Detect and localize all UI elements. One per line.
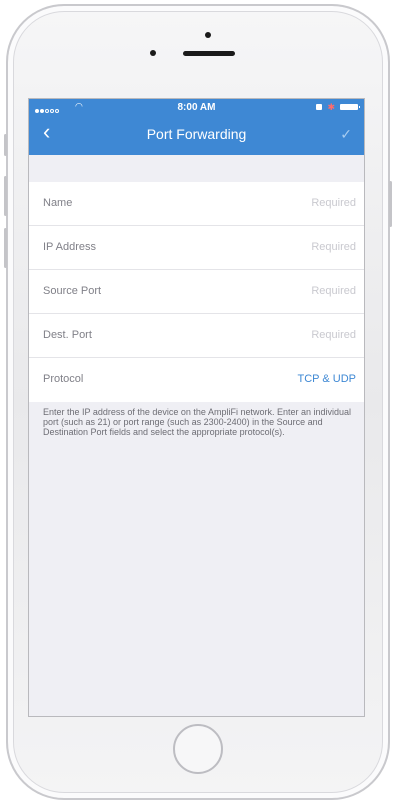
- protocol-label: Protocol: [43, 373, 84, 385]
- dest-port-input[interactable]: Required: [311, 329, 356, 341]
- status-time: 8:00 AM: [177, 102, 216, 113]
- page-title: Port Forwarding: [146, 126, 247, 142]
- rotation-lock-icon: [316, 104, 323, 110]
- mute-switch: [4, 134, 7, 156]
- name-label: Name: [43, 197, 73, 209]
- navigation-bar: ◠ 8:00 AM ✱ ‹ Port Forwarding ✓: [29, 99, 364, 155]
- ip-address-input[interactable]: Required: [311, 241, 356, 253]
- app-screen: ◠ 8:00 AM ✱ ‹ Port Forwarding ✓ Name Req…: [28, 98, 365, 717]
- protocol-selector[interactable]: TCP & UDP: [298, 373, 356, 385]
- power-button: [389, 181, 392, 227]
- ip-address-field-row[interactable]: IP Address Required: [29, 226, 364, 270]
- volume-up-button: [4, 176, 7, 216]
- dest-port-field-row[interactable]: Dest. Port Required: [29, 314, 364, 358]
- checkmark-icon[interactable]: ✓: [340, 126, 352, 143]
- source-port-input[interactable]: Required: [311, 285, 356, 297]
- help-text: Enter the IP address of the device on th…: [43, 407, 352, 437]
- proximity-sensor-icon: [150, 50, 156, 56]
- volume-down-button: [4, 228, 7, 268]
- source-port-field-row[interactable]: Source Port Required: [29, 270, 364, 314]
- protocol-field-row[interactable]: Protocol TCP & UDP: [29, 358, 364, 402]
- port-forwarding-form: Name Required IP Address Required Source…: [29, 182, 364, 402]
- battery-icon: [340, 104, 360, 110]
- bluetooth-icon: ✱: [327, 102, 335, 112]
- name-field-row[interactable]: Name Required: [29, 182, 364, 226]
- dest-port-label: Dest. Port: [43, 329, 92, 341]
- front-camera-icon: [205, 32, 211, 38]
- source-port-label: Source Port: [43, 285, 102, 297]
- status-right-icons: ✱: [316, 102, 360, 112]
- earpiece-speaker: [183, 51, 235, 56]
- name-input[interactable]: Required: [311, 197, 356, 209]
- ip-address-label: IP Address: [43, 241, 96, 253]
- status-bar: ◠ 8:00 AM ✱: [29, 99, 364, 115]
- home-button[interactable]: [173, 724, 223, 774]
